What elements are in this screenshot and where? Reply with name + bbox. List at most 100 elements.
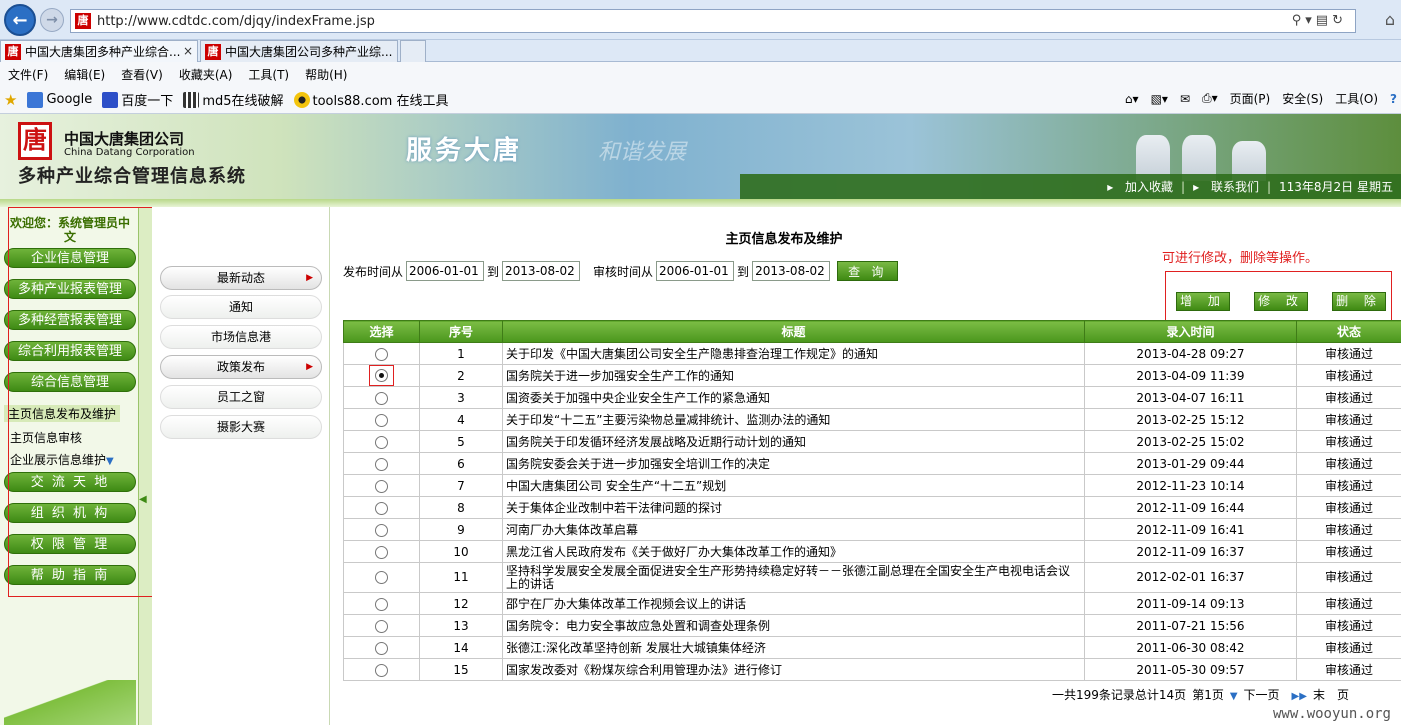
select-cell[interactable] (343, 614, 420, 637)
row-radio[interactable] (375, 545, 388, 559)
select-cell[interactable] (343, 430, 420, 453)
fav-baidu[interactable]: 百度一下 (102, 90, 173, 109)
table-row[interactable]: 12 邵宁在厂办大集体改革工作视频会议上的讲话 2011-09-14 09:13 审核… (343, 592, 1401, 615)
table-row[interactable]: 6 国务院安委会关于进一步加强安全培训工作的决定 2013-01-29 09:44 审… (343, 452, 1401, 475)
row-title[interactable]: 国资委关于加强中央企业安全生产工作的紧急通知 (502, 386, 1085, 409)
row-title[interactable]: 邵宁在厂办大集体改革工作视频会议上的讲话 (502, 592, 1085, 615)
address-field[interactable]: 唐 http://www.cdtdc.com/djqy/indexFrame.j… (70, 9, 1356, 33)
edit-button[interactable]: 修 改 (1254, 292, 1308, 311)
row-title[interactable]: 国务院令：电力安全事故应急处置和调查处理条例 (502, 614, 1085, 637)
row-radio[interactable] (375, 435, 388, 449)
menu-favorites[interactable]: 收藏夹(A) (179, 66, 233, 83)
mail-icon[interactable]: ✉ (1180, 92, 1190, 106)
select-cell[interactable] (343, 540, 420, 563)
publish-to-input[interactable] (502, 261, 581, 281)
row-title[interactable]: 河南厂办大集体改革启幕 (502, 518, 1085, 541)
tab-close-icon[interactable]: × (183, 44, 193, 58)
row-title[interactable]: 关于印发《中国大唐集团公司安全生产隐患排查治理工作规定》的通知 (502, 342, 1085, 365)
row-title[interactable]: 坚持科学发展安全发展全面促进安全生产形势持续稳定好转－－张德江副总理在全国安全生… (502, 562, 1085, 593)
row-radio[interactable] (375, 571, 388, 584)
table-row[interactable]: 10 黑龙江省人民政府发布《关于做好厂办大集体改革工作的通知》 2012-11-09… (343, 540, 1401, 563)
row-radio[interactable] (375, 391, 388, 405)
audit-to-input[interactable] (752, 261, 831, 281)
table-row[interactable]: 3 国资委关于加强中央企业安全生产工作的紧急通知 2013-04-07 16:11 审… (343, 386, 1401, 409)
tab-1[interactable]: 唐 中国大唐集团多种产业综合... × (0, 40, 198, 62)
select-cell[interactable] (343, 452, 420, 475)
table-row[interactable]: 2 国务院关于进一步加强安全生产工作的通知 2013-04-09 11:39 审核通过 (343, 364, 1401, 387)
rss-icon[interactable]: ▧▾ (1151, 92, 1168, 106)
row-radio[interactable] (375, 641, 388, 655)
table-row[interactable]: 4 关于印发“十二五”主要污染物总量减排统计、监测办法的通知 2013-02-25 … (343, 408, 1401, 431)
menu-edit[interactable]: 编辑(E) (64, 66, 105, 83)
table-row[interactable]: 15 国家发改委对《粉煤灰综合利用管理办法》进行修订 2011-05-30 09:5… (343, 658, 1401, 681)
favorites-star-icon[interactable]: ★ (4, 91, 17, 109)
row-title[interactable]: 国务院安委会关于进一步加强安全培训工作的决定 (502, 452, 1085, 475)
table-row[interactable]: 14 张德江:深化改革坚持创新 发展壮大城镇集体经济 2011-06-30 08:4… (343, 636, 1401, 659)
row-radio[interactable] (375, 663, 388, 677)
row-title[interactable]: 中国大唐集团公司 安全生产“十二五”规划 (502, 474, 1085, 497)
fav-google[interactable]: Google (27, 91, 92, 108)
subnav-latest-news[interactable]: 最新动态 ▶ (160, 266, 322, 290)
select-cell[interactable] (343, 496, 420, 519)
select-cell[interactable] (343, 592, 420, 615)
subnav-staff-window[interactable]: 员工之窗 (160, 385, 322, 409)
tab-2[interactable]: 唐 中国大唐集团公司多种产业综... (200, 40, 398, 62)
subnav-notice[interactable]: 通知 (160, 295, 322, 319)
home-icon[interactable]: ⌂ (1385, 10, 1395, 29)
delete-button[interactable]: 删 除 (1332, 292, 1386, 311)
table-row[interactable]: 9 河南厂办大集体改革启幕 2012-11-09 16:41 审核通过 (343, 518, 1401, 541)
row-radio[interactable] (375, 479, 388, 493)
search-icon[interactable]: ⚲ (1292, 13, 1306, 28)
subnav-photo-contest[interactable]: 摄影大赛 (160, 415, 322, 439)
refresh-icon[interactable]: ↻ (1332, 13, 1347, 28)
select-cell[interactable] (343, 636, 420, 659)
query-button[interactable]: 查 询 (837, 261, 899, 281)
row-title[interactable]: 张德江:深化改革坚持创新 发展壮大城镇集体经济 (502, 636, 1085, 659)
back-button[interactable]: ← (4, 4, 36, 36)
menu-tools[interactable]: 工具(T) (248, 66, 289, 83)
forward-button[interactable]: → (40, 8, 64, 32)
menu-view[interactable]: 查看(V) (121, 66, 163, 83)
last-page-link[interactable]: ▶▶ 末 页 (1292, 686, 1355, 703)
add-button[interactable]: 增 加 (1176, 292, 1230, 311)
page-menu[interactable]: 页面(P) (1230, 90, 1271, 107)
address-url[interactable]: http://www.cdtdc.com/djqy/indexFrame.jsp (97, 14, 375, 29)
help-icon[interactable]: ? (1390, 92, 1397, 106)
table-row[interactable]: 1 关于印发《中国大唐集团公司安全生产隐患排查治理工作规定》的通知 2013-04-… (343, 342, 1401, 365)
row-title[interactable]: 黑龙江省人民政府发布《关于做好厂办大集体改革工作的通知》 (502, 540, 1085, 563)
row-title[interactable]: 国务院关于进一步加强安全生产工作的通知 (502, 364, 1085, 387)
bookmark-link[interactable]: ▸ 加入收藏 (1107, 178, 1173, 195)
fav-tools88[interactable]: tools88.com 在线工具 (293, 90, 448, 109)
row-radio[interactable] (375, 597, 388, 611)
safety-menu[interactable]: 安全(S) (1282, 90, 1323, 107)
select-cell[interactable] (343, 408, 420, 431)
fav-md5[interactable]: md5在线破解 (183, 90, 284, 109)
row-title[interactable]: 关于印发“十二五”主要污染物总量减排统计、监测办法的通知 (502, 408, 1085, 431)
compat-view-icon[interactable]: ▤ (1316, 13, 1332, 28)
table-row[interactable]: 7 中国大唐集团公司 安全生产“十二五”规划 2012-11-23 10:14 审核通… (343, 474, 1401, 497)
table-row[interactable]: 13 国务院令：电力安全事故应急处置和调查处理条例 2011-07-21 15:56… (343, 614, 1401, 637)
table-row[interactable]: 5 国务院关于印发循环经济发展战略及近期行动计划的通知 2013-02-25 15:… (343, 430, 1401, 453)
table-row[interactable]: 8 关于集体企业改制中若干法律问题的探讨 2012-11-09 16:44 审核通过 (343, 496, 1401, 519)
menu-help[interactable]: 帮助(H) (305, 66, 347, 83)
new-tab-button[interactable] (400, 40, 426, 62)
row-radio[interactable] (375, 413, 388, 427)
select-cell[interactable] (343, 364, 420, 387)
menu-file[interactable]: 文件(F) (8, 66, 48, 83)
contact-link[interactable]: ▸ 联系我们 (1193, 178, 1259, 195)
row-title[interactable]: 国家发改委对《粉煤灰综合利用管理办法》进行修订 (502, 658, 1085, 681)
select-cell[interactable] (343, 342, 420, 365)
select-cell[interactable] (343, 386, 420, 409)
tools-menu[interactable]: 工具(O) (1335, 90, 1378, 107)
select-cell[interactable] (343, 562, 420, 593)
row-radio[interactable] (375, 457, 388, 471)
select-cell[interactable] (343, 658, 420, 681)
row-title[interactable]: 国务院关于印发循环经济发展战略及近期行动计划的通知 (502, 430, 1085, 453)
publish-from-input[interactable] (406, 261, 485, 281)
row-radio[interactable] (375, 369, 388, 382)
subnav-market-info[interactable]: 市场信息港 (160, 325, 322, 349)
row-radio[interactable] (375, 523, 388, 537)
audit-from-input[interactable] (656, 261, 735, 281)
print-icon[interactable]: ⎙▾ (1202, 91, 1218, 106)
home-cmd-icon[interactable]: ⌂▾ (1125, 92, 1139, 106)
